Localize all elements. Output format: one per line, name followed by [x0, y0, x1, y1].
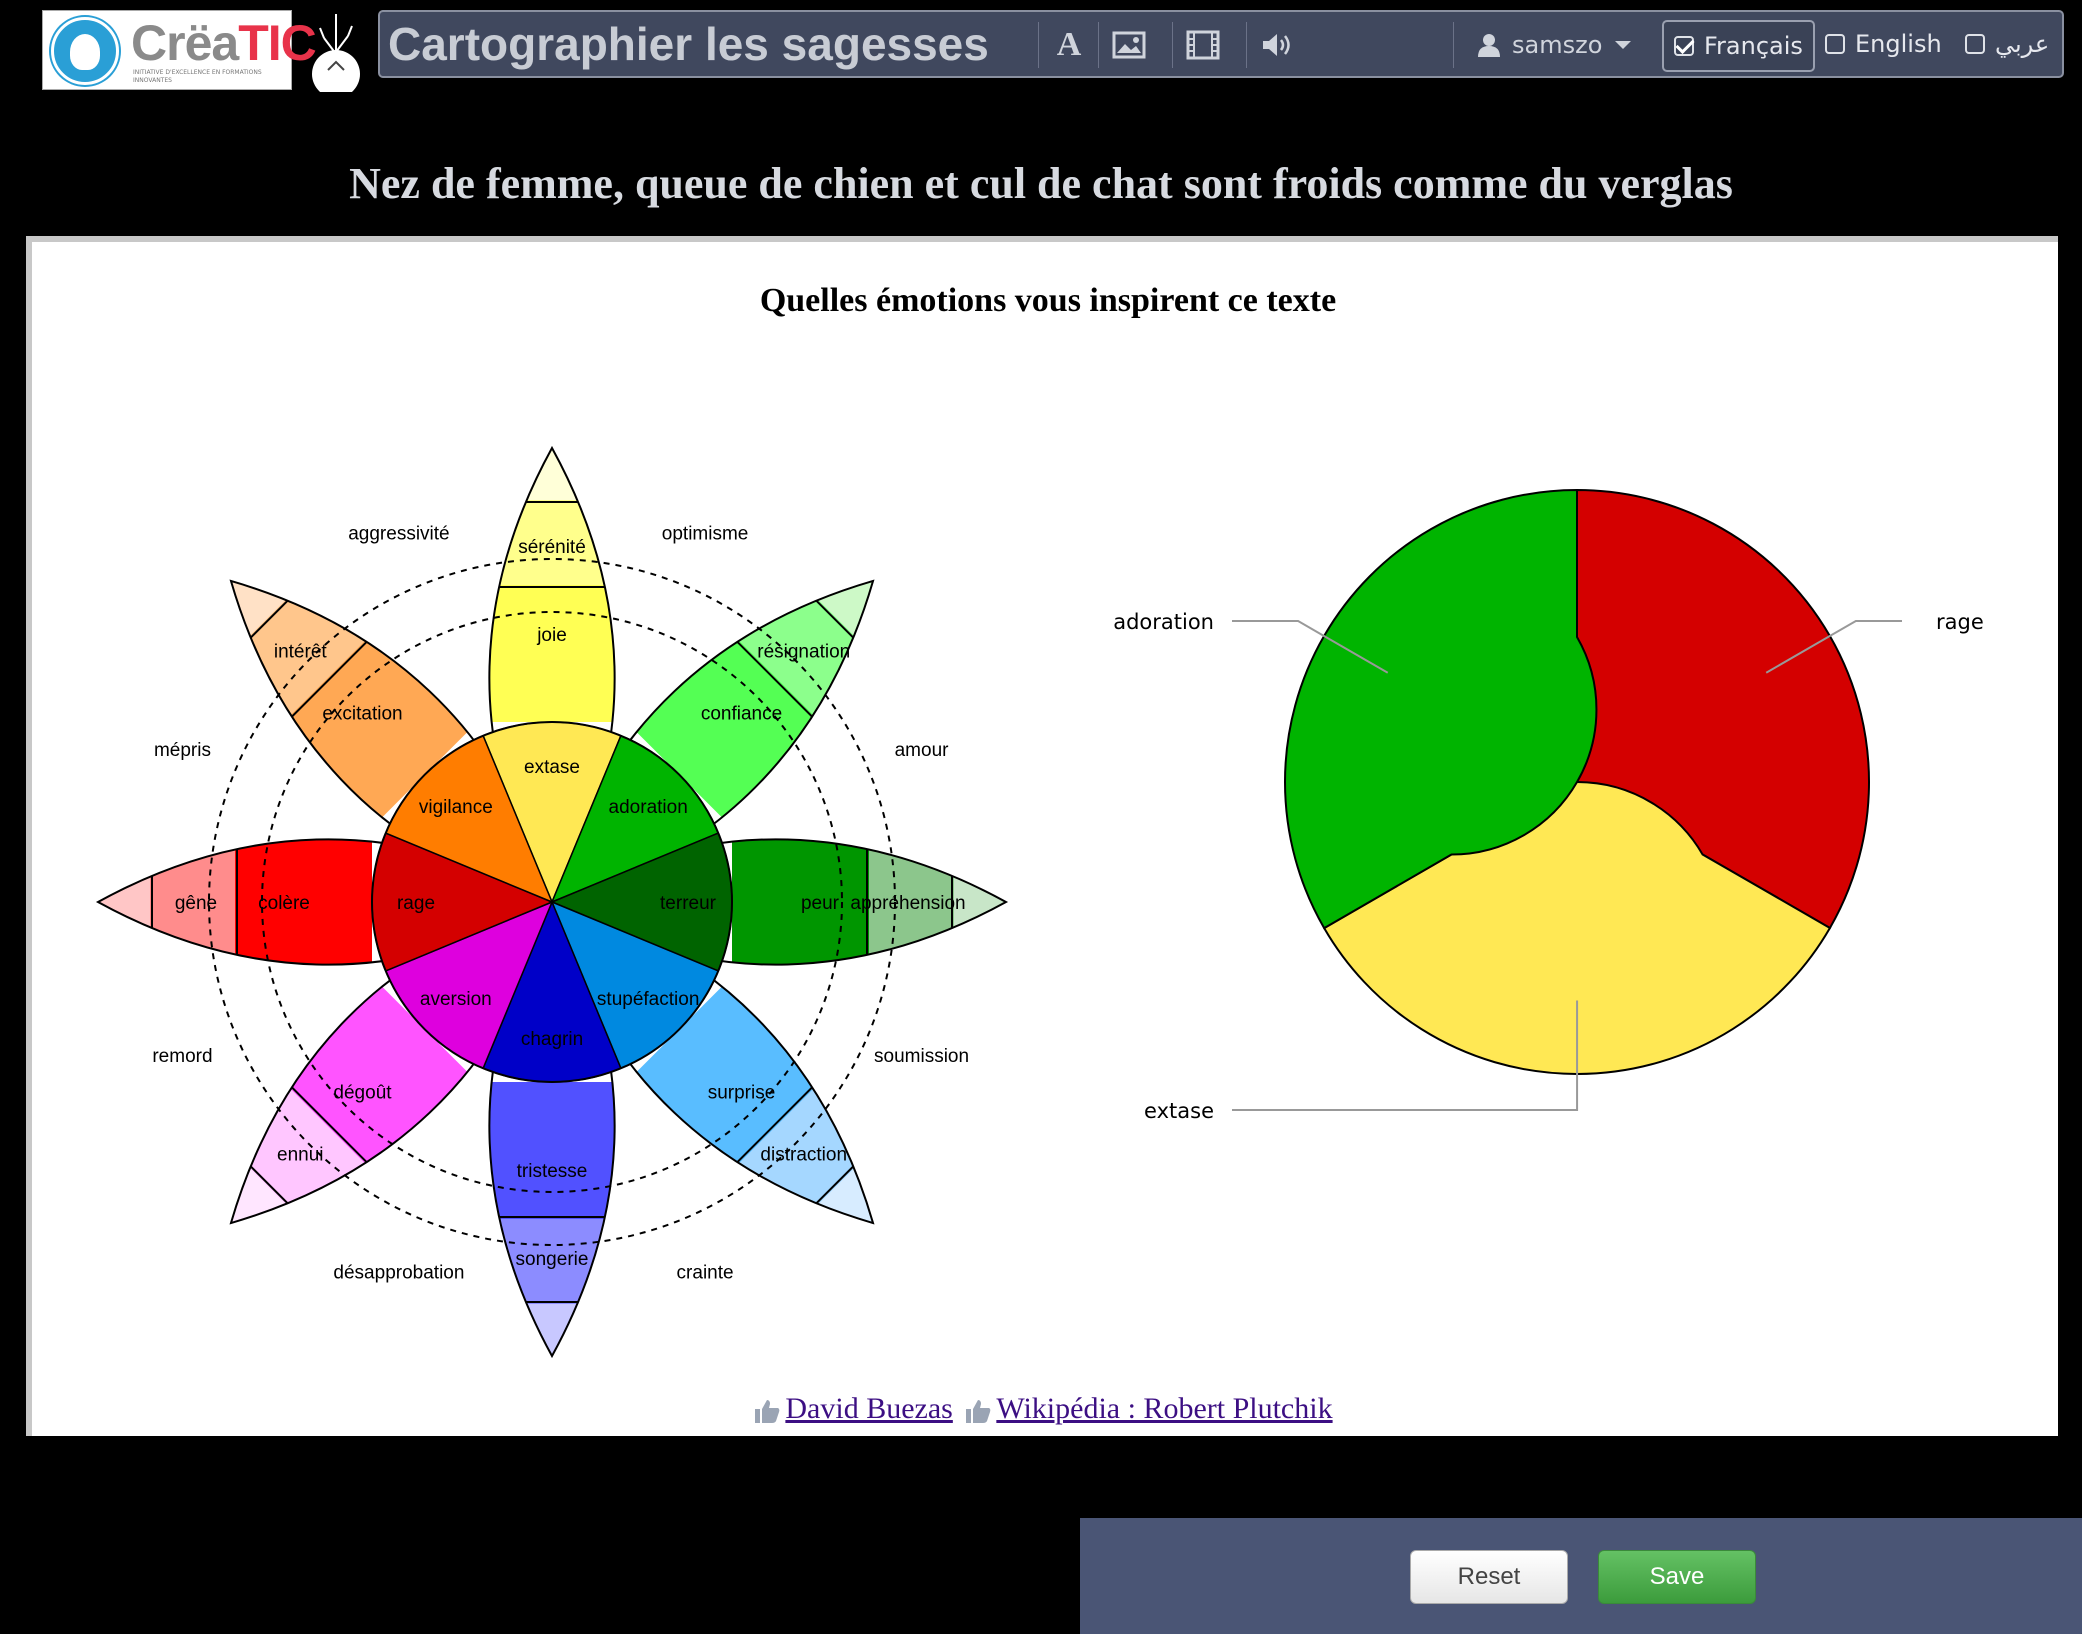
outer-emotion-label: appréhension	[850, 893, 965, 914]
outer-emotion-label: sérénité	[518, 537, 586, 558]
petal-band[interactable]	[86, 800, 152, 1004]
language-label: Français	[1704, 32, 1803, 60]
user-name: samszo	[1512, 31, 1603, 59]
language-label: عربي	[1995, 30, 2050, 58]
mid-emotion-label: peur	[801, 893, 840, 914]
mid-emotion-label: dégoût	[333, 1083, 392, 1104]
petal-band[interactable]	[450, 436, 654, 502]
petal-band[interactable]	[450, 1302, 654, 1368]
logo-subtitle: INITIATIVE D'EXCELLENCE EN FORMATIONS IN…	[133, 69, 262, 84]
outer-emotion-label: intérêt	[274, 641, 328, 662]
image-tool-button[interactable]	[1098, 22, 1159, 68]
inner-emotion-label: terreur	[660, 893, 717, 914]
mid-emotion-label: tristesse	[517, 1161, 588, 1182]
dyad-label: crainte	[677, 1263, 734, 1284]
main-toolbar: Cartographier les sagesses A samszo Fran…	[378, 10, 2064, 78]
dyad-label: aggressivité	[348, 523, 449, 544]
outer-emotion-label: songerie	[516, 1249, 589, 1270]
inner-emotion-label: rage	[397, 893, 435, 914]
user-icon	[1478, 34, 1500, 57]
font-icon: A	[1056, 26, 1082, 63]
language-option-francais[interactable]: Français	[1662, 20, 1815, 72]
mid-emotion-label: colère	[258, 893, 310, 914]
dyad-label: remord	[152, 1046, 212, 1067]
image-icon	[1112, 31, 1146, 59]
inner-emotion-label: extase	[524, 757, 580, 778]
dyad-label: optimisme	[662, 523, 749, 544]
credit-link-wikipedia[interactable]: Wikipédia : Robert Plutchik	[996, 1392, 1332, 1425]
checkbox-icon	[1825, 34, 1845, 54]
credit-link-buezas[interactable]: David Buezas	[785, 1392, 952, 1425]
investissements-avenir-logo-icon	[51, 17, 119, 85]
mid-emotion-label: excitation	[322, 703, 402, 724]
sound-icon	[1263, 34, 1290, 56]
dyad-label: désapprobation	[333, 1263, 464, 1284]
language-option-english[interactable]: English	[1825, 20, 1942, 68]
tree-icon[interactable]	[306, 8, 364, 92]
inner-emotion-label: aversion	[420, 989, 492, 1010]
caret-down-icon	[1615, 41, 1632, 49]
donut-label: rage	[1936, 610, 1984, 634]
thumbs-up-icon	[966, 1400, 991, 1424]
video-icon	[1186, 30, 1220, 60]
inner-emotion-label: vigilance	[419, 797, 493, 818]
save-button[interactable]: Save	[1598, 1550, 1756, 1604]
thumbs-up-icon	[755, 1400, 780, 1424]
emotion-donut-chart: rage extase adoration	[1113, 488, 1984, 1123]
outer-emotion-label: gêne	[175, 893, 217, 914]
sound-tool-button[interactable]	[1246, 22, 1307, 68]
checkbox-checked-icon	[1674, 36, 1694, 56]
action-bar: Reset Save	[1080, 1518, 2082, 1634]
mid-emotion-label: joie	[536, 625, 567, 646]
inner-emotion-label: stupéfaction	[597, 989, 699, 1010]
text-tool-button[interactable]: A	[1038, 22, 1099, 68]
panel-title: Quelles émotions vous inspirent ce texte	[759, 282, 1337, 319]
plutchik-wheel[interactable]: sérénité joie extase résignation confiance ad…	[82, 432, 1022, 1372]
dyad-label: mépris	[154, 740, 211, 761]
page-heading: Nez de femme, queue de chien et cul de c…	[349, 159, 1733, 208]
mid-emotion-label: confiance	[701, 703, 782, 724]
mid-emotion-label: surprise	[708, 1083, 776, 1104]
dyad-label: soumission	[874, 1046, 969, 1067]
user-menu[interactable]: samszo	[1453, 22, 1632, 68]
language-option-arabic[interactable]: عربي	[1965, 20, 2049, 68]
emotion-panel: Quelles émotions vous inspirent ce texte…	[26, 236, 2082, 1634]
language-label: English	[1855, 30, 1942, 58]
credits: David Buezas Wikipédia : Robert Plutchik	[0, 1392, 2082, 1426]
creatic-logo[interactable]: CrëaTIC INITIATIVE D'EXCELLENCE EN FORMA…	[42, 10, 317, 90]
donut-label: adoration	[1113, 610, 1214, 634]
donut-label: extase	[1144, 1099, 1214, 1123]
outer-emotion-label: ennui	[277, 1145, 324, 1166]
reset-button[interactable]: Reset	[1410, 1550, 1568, 1604]
outer-emotion-label: résignation	[757, 641, 850, 662]
petal-band[interactable]	[450, 585, 654, 722]
checkbox-icon	[1965, 34, 1985, 54]
inner-emotion-label: chagrin	[521, 1029, 583, 1050]
dyad-label: amour	[895, 740, 950, 761]
petal-band[interactable]	[450, 1082, 654, 1219]
logo-wordmark: CrëaTIC	[131, 15, 317, 71]
inner-emotion-label: adoration	[609, 797, 688, 818]
video-tool-button[interactable]	[1172, 22, 1233, 68]
outer-emotion-label: distraction	[760, 1145, 847, 1166]
app-title[interactable]: Cartographier les sagesses	[388, 16, 989, 72]
